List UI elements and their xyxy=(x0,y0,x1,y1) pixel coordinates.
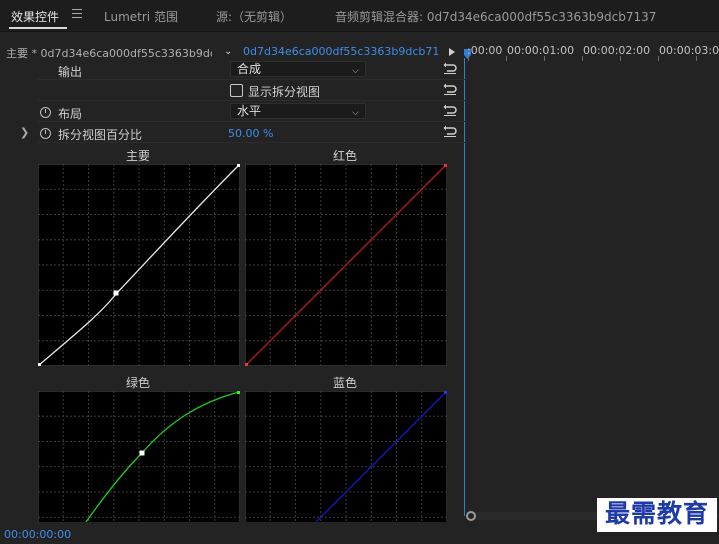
ruler-tick xyxy=(658,56,659,61)
reset-icon[interactable] xyxy=(443,61,457,75)
tab-audio-clip-mixer[interactable]: 音频剪辑混合器: 0d7d34e6ca000df55c3363b9dcb7137 xyxy=(335,8,656,25)
reset-icon[interactable] xyxy=(443,124,457,138)
master-clip-name[interactable]: 主要 * 0d7d34e6ca000df55c3363b9dcb... xyxy=(6,45,212,61)
tab-source[interactable]: 源:（无剪辑） xyxy=(216,8,292,25)
watermark-logo: 最需教育 xyxy=(597,498,717,532)
split-percent-label: 拆分视图百分比 xyxy=(58,128,143,142)
ruler-timecode: :00:00 xyxy=(467,44,503,57)
chevron-down-icon[interactable]: ⌄ xyxy=(224,46,232,57)
curve-control-point xyxy=(113,290,119,296)
ruler-tick xyxy=(696,56,697,61)
current-timecode[interactable]: 00:00:00:00 xyxy=(4,528,71,541)
split-percent-row: 拆分视图百分比 50.00 % xyxy=(38,124,465,143)
split-percent-value[interactable]: 50.00 % xyxy=(228,127,273,140)
curve-endpoint xyxy=(38,363,41,366)
green-curve-graph[interactable] xyxy=(38,391,240,522)
timeline-zoom-handle[interactable] xyxy=(466,511,476,521)
master-curve-graph[interactable] xyxy=(38,164,240,366)
blue-curve-graph[interactable] xyxy=(245,391,447,522)
green-curve-title: 绿色 xyxy=(126,376,151,390)
timeline-ruler[interactable]: :00:00 00:00:01:00 00:00:02:00 00:00:03:… xyxy=(462,40,719,62)
layout-row: 布局 水平 ⌵ xyxy=(38,103,465,122)
split-view-label[interactable]: 显示拆分视图 xyxy=(248,83,320,100)
output-row: 输出 合成 ⌵ xyxy=(38,61,465,80)
ruler-timecode: 00:00:02:00 xyxy=(583,44,651,57)
ruler-tick xyxy=(620,56,621,61)
layout-label: 布局 xyxy=(58,107,83,121)
reset-icon[interactable] xyxy=(443,103,457,117)
split-view-row: 显示拆分视图 xyxy=(38,82,465,101)
ruler-timecode: 00:00:01:00 xyxy=(507,44,575,57)
ruler-timecode: 00:00:03:00 xyxy=(659,44,719,57)
output-label: 输出 xyxy=(58,65,83,79)
reset-icon[interactable] xyxy=(443,82,457,96)
curve-endpoint xyxy=(444,164,447,167)
chevron-down-icon: ⌵ xyxy=(352,108,359,118)
curve-endpoint xyxy=(245,363,248,366)
curve-endpoint xyxy=(237,164,240,167)
sequence-clip-name[interactable]: 0d7d34e6ca000df55c3363b9dcb7137... xyxy=(243,45,439,58)
ruler-tick xyxy=(506,56,507,61)
active-tab-indicator xyxy=(9,27,67,29)
blue-curve-title: 蓝色 xyxy=(333,376,358,390)
tab-effect-controls[interactable]: 效果控件 xyxy=(11,8,59,25)
red-curve-title: 红色 xyxy=(333,149,358,163)
layout-value: 水平 xyxy=(237,104,262,118)
layout-dropdown[interactable]: 水平 ⌵ xyxy=(230,103,366,119)
red-curve-graph[interactable] xyxy=(245,164,447,366)
stopwatch-icon[interactable] xyxy=(40,107,51,118)
chevron-down-icon: ⌵ xyxy=(352,66,359,76)
master-curve-title: 主要 xyxy=(126,149,151,163)
curve-control-point xyxy=(139,450,145,456)
ruler-tick xyxy=(544,56,545,61)
curve-endpoint xyxy=(444,391,447,394)
chevron-right-icon[interactable]: ❯ xyxy=(20,126,29,139)
stopwatch-icon[interactable] xyxy=(40,128,51,139)
curve-endpoint xyxy=(237,391,240,394)
tab-lumetri-scopes[interactable]: Lumetri 范围 xyxy=(104,8,178,25)
ruler-tick xyxy=(582,56,583,61)
panel-tab-bar: 效果控件 Lumetri 范围 源:（无剪辑） 音频剪辑混合器: 0d7d34e… xyxy=(0,0,719,32)
output-value: 合成 xyxy=(237,62,262,76)
split-view-checkbox[interactable] xyxy=(230,84,243,97)
ruler-tick xyxy=(468,56,469,61)
output-dropdown[interactable]: 合成 ⌵ xyxy=(230,61,366,77)
hamburger-menu-icon[interactable] xyxy=(72,9,82,19)
play-triangle-icon[interactable] xyxy=(449,48,455,56)
